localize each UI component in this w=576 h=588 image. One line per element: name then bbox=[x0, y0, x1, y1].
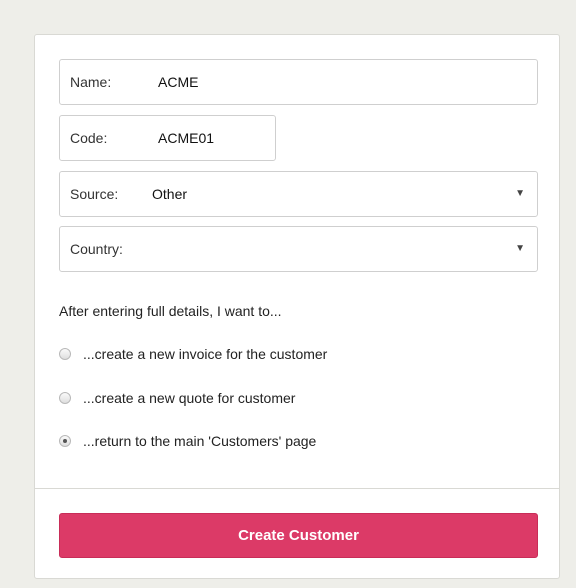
divider bbox=[35, 488, 559, 489]
code-label: Code: bbox=[70, 130, 108, 146]
option-return-customers-label: ...return to the main 'Customers' page bbox=[83, 433, 317, 449]
option-create-invoice-label: ...create a new invoice for the customer bbox=[83, 346, 328, 362]
option-return-customers[interactable]: ...return to the main 'Customers' page bbox=[59, 431, 316, 451]
radio-create-invoice[interactable] bbox=[59, 348, 71, 360]
code-field[interactable]: Code: ACME01 bbox=[59, 115, 276, 161]
chevron-down-icon: ▼ bbox=[515, 243, 525, 254]
name-label: Name: bbox=[70, 74, 112, 90]
radio-return-customers[interactable] bbox=[59, 435, 71, 447]
source-value[interactable]: Other bbox=[152, 186, 187, 202]
name-field[interactable]: Name: ACME bbox=[59, 59, 538, 105]
source-label: Source: bbox=[70, 186, 119, 202]
create-customer-form: Name: ACME Code: ACME01 Source: Other ▼ … bbox=[34, 34, 560, 579]
option-create-invoice[interactable]: ...create a new invoice for the customer bbox=[59, 344, 327, 364]
source-select[interactable]: Source: Other ▼ bbox=[59, 171, 538, 217]
next-action-prompt: After entering full details, I want to..… bbox=[59, 303, 282, 319]
code-value[interactable]: ACME01 bbox=[158, 130, 214, 146]
radio-create-quote[interactable] bbox=[59, 392, 71, 404]
country-label: Country: bbox=[70, 241, 123, 257]
chevron-down-icon: ▼ bbox=[515, 188, 525, 199]
create-customer-button[interactable]: Create Customer bbox=[59, 513, 538, 558]
option-create-quote-label: ...create a new quote for customer bbox=[83, 390, 296, 406]
option-create-quote[interactable]: ...create a new quote for customer bbox=[59, 388, 295, 408]
name-value[interactable]: ACME bbox=[158, 74, 198, 90]
country-select[interactable]: Country: ▼ bbox=[59, 226, 538, 272]
